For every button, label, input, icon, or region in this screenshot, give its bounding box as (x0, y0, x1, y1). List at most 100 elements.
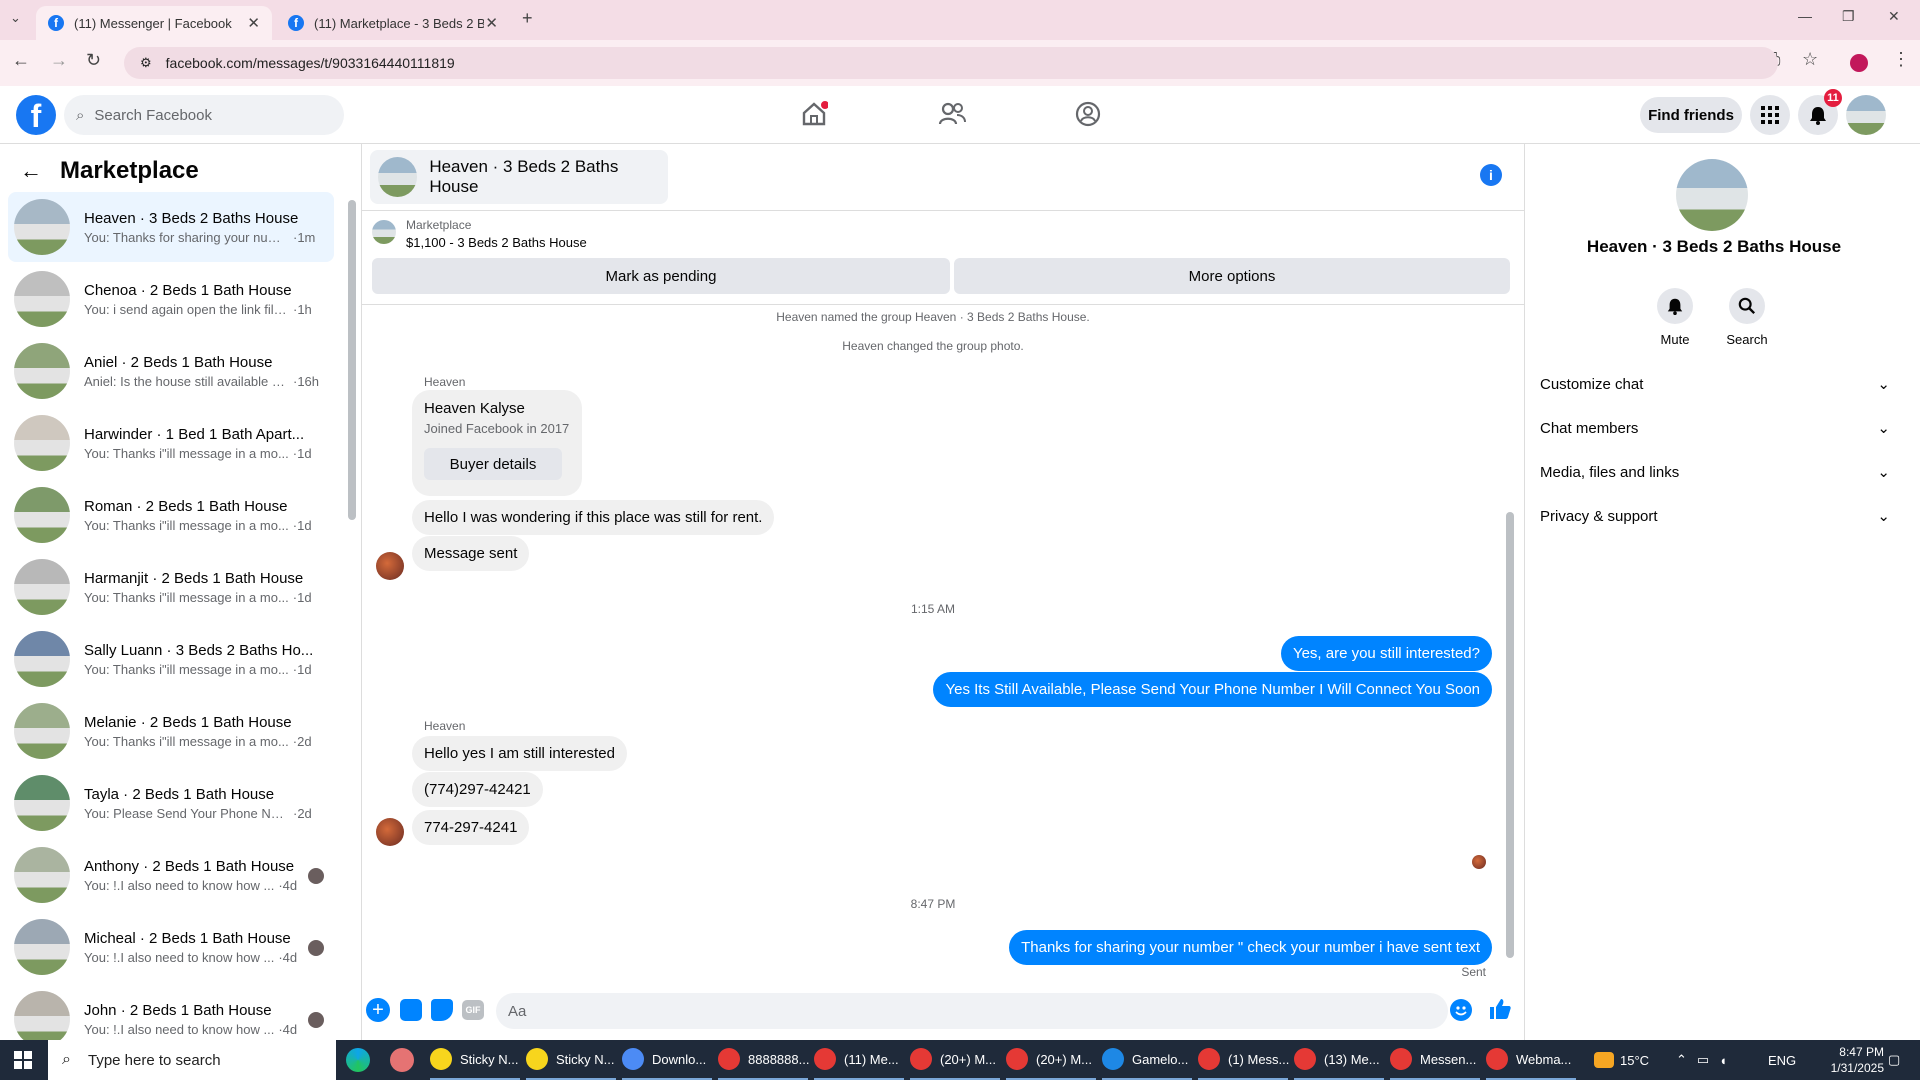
chat-scrollbar[interactable] (1504, 308, 1516, 968)
taskbar-app[interactable]: (20+) M... (1006, 1040, 1096, 1080)
conversation-item[interactable]: Tayla · 2 Beds 1 Bath House You: Please S… (8, 768, 334, 838)
mute-button[interactable]: Mute (1645, 288, 1705, 347)
taskbar-app-label: 8888888... (748, 1051, 810, 1067)
conversation-item[interactable]: Aniel · 2 Beds 1 Bath House Aniel: Is the… (8, 336, 334, 406)
buyer-details-button[interactable]: Buyer details (424, 448, 562, 480)
conversation-item[interactable]: Anthony · 2 Beds 1 Bath House You: !.I al… (8, 840, 334, 910)
mark-as-pending-button[interactable]: Mark as pending (372, 258, 950, 294)
message-bubble-incoming[interactable]: 774-297-4241 (412, 810, 530, 845)
taskbar-app[interactable]: Sticky N... (526, 1040, 616, 1080)
plus-icon[interactable]: + (366, 998, 390, 1022)
chat-members-item[interactable]: Chat members ⌄ (1540, 406, 1890, 450)
restore-icon[interactable]: ❐ (1842, 8, 1855, 25)
page-scrollbar[interactable] (1906, 92, 1918, 1038)
tab-marketplace[interactable]: f (11) Marketplace - 3 Beds 2 Bat ✕ (276, 6, 510, 40)
chevron-up-icon[interactable]: ⌃ (1676, 1052, 1687, 1068)
like-thumb-icon[interactable] (1488, 997, 1512, 1021)
emoji-icon[interactable] (1450, 999, 1472, 1021)
more-options-button[interactable]: More options (954, 258, 1510, 294)
facebook-search-input[interactable]: ⌕ Search Facebook (64, 95, 344, 135)
taskbar-app[interactable]: Sticky N... (430, 1040, 520, 1080)
message-bubble-outgoing[interactable]: Yes, are you still interested? (1280, 636, 1492, 671)
conversation-avatar (14, 703, 70, 759)
app-icon (1390, 1048, 1412, 1070)
sender-avatar[interactable] (376, 818, 404, 846)
taskbar-app[interactable]: (11) Me... (814, 1040, 904, 1080)
language[interactable]: ENG (1768, 1040, 1796, 1080)
sender-name: Heaven (424, 719, 466, 733)
taskbar-app[interactable]: Webma... (1486, 1040, 1576, 1080)
conversation-item[interactable]: Melanie · 2 Beds 1 Bath House You: Thanks… (8, 696, 334, 766)
weather[interactable]: 15°C (1594, 1040, 1649, 1080)
profile-icon[interactable] (1850, 54, 1868, 72)
taskbar-app[interactable]: Gamelo... (1102, 1040, 1192, 1080)
conversation-item[interactable]: Chenoa · 2 Beds 1 Bath House You: i send … (8, 264, 334, 334)
tab-search-chevron-icon[interactable]: ⌄ (10, 10, 21, 26)
outgoing-row: Yes, are you still interested? (1280, 636, 1492, 671)
conversation-item[interactable]: Harwinder · 1 Bed 1 Bath Apart... You: Th… (8, 408, 334, 478)
back-arrow-icon[interactable]: ← (20, 158, 42, 184)
friends-icon[interactable] (938, 100, 966, 128)
facebook-logo-icon[interactable]: f (16, 95, 56, 135)
message-bubble-outgoing[interactable]: Thanks for sharing your number " check y… (1009, 930, 1492, 965)
new-tab-icon[interactable]: + (522, 8, 533, 29)
taskbar-app[interactable]: (13) Me... (1294, 1040, 1384, 1080)
taskbar-app[interactable]: 8888888... (718, 1040, 810, 1080)
message-bubble-incoming[interactable]: Hello I was wondering if this place was … (412, 500, 775, 535)
home-icon[interactable] (800, 100, 829, 128)
customize-chat-item[interactable]: Customize chat ⌄ (1540, 362, 1890, 406)
site-info-icon[interactable]: ⚙ (140, 55, 152, 71)
browser-menu-icon[interactable]: ⋮ (1892, 49, 1910, 70)
details-avatar[interactable] (1676, 159, 1748, 231)
conversation-item[interactable]: Sally Luann · 3 Beds 2 Baths Ho... You: T… (8, 624, 334, 694)
media-files-links-item[interactable]: Media, files and links ⌄ (1540, 450, 1890, 494)
message-bubble-incoming[interactable]: Hello yes I am still interested (412, 736, 627, 771)
chat-header[interactable]: Heaven · 3 Beds 2 Baths House (370, 150, 668, 204)
sidebar-scrollbar[interactable] (346, 196, 358, 1036)
volume-icon[interactable]: ◖ (1719, 1053, 1727, 1068)
find-friends-button[interactable]: Find friends (1640, 97, 1742, 133)
app-icon[interactable] (390, 1048, 414, 1072)
privacy-support-item[interactable]: Privacy & support ⌄ (1540, 494, 1890, 538)
conversation-item[interactable]: Harmanjit · 2 Beds 1 Bath House You: Than… (8, 552, 334, 622)
windows-start-icon[interactable] (14, 1051, 32, 1074)
search-conversation-button[interactable]: Search (1717, 288, 1777, 347)
account-avatar[interactable] (1846, 95, 1886, 135)
groups-icon[interactable] (1074, 100, 1102, 128)
gif-icon[interactable]: GIF (462, 1000, 484, 1020)
close-tab-icon[interactable]: ✕ (485, 14, 498, 32)
conversation-item[interactable]: Micheal · 2 Beds 1 Bath House You: !.I al… (8, 912, 334, 982)
forward-icon[interactable]: → (50, 50, 68, 71)
conversation-item[interactable]: Heaven · 3 Beds 2 Baths House You: Thanks… (8, 192, 334, 262)
taskbar-app[interactable]: (20+) M... (910, 1040, 1000, 1080)
back-icon[interactable]: ← (12, 50, 30, 71)
message-bubble-outgoing[interactable]: Yes Its Still Available, Please Send You… (933, 672, 1492, 707)
taskbar-app[interactable]: Messen... (1390, 1040, 1480, 1080)
address-bar[interactable]: ⚙ facebook.com/messages/t/90331644401118… (124, 47, 1778, 79)
sender-avatar[interactable] (376, 552, 404, 580)
photo-icon[interactable] (400, 999, 422, 1021)
taskbar-app[interactable]: (1) Mess... (1198, 1040, 1289, 1080)
conversation-title: Harmanjit · 2 Beds 1 Bath House (84, 569, 304, 587)
taskbar-app[interactable]: Downlo... (622, 1040, 712, 1080)
message-bubble-incoming[interactable]: (774)297-42421 (412, 772, 543, 807)
message-input[interactable]: Aa (496, 993, 1448, 1029)
listing-info[interactable]: Marketplace $1,100 - 3 Beds 2 Baths Hous… (372, 218, 587, 250)
menu-grid-icon[interactable] (1750, 95, 1790, 135)
close-window-icon[interactable]: ✕ (1888, 8, 1900, 25)
reload-icon[interactable]: ↻ (86, 50, 101, 71)
minimize-icon[interactable]: — (1798, 8, 1812, 24)
clock-time: 8:47 PM (1839, 1045, 1884, 1059)
network-icon[interactable]: ▭ (1697, 1052, 1709, 1068)
bookmark-star-icon[interactable]: ☆ (1802, 49, 1818, 70)
taskbar-search[interactable]: ⌕ Type here to search (48, 1040, 336, 1080)
tab-messenger[interactable]: f (11) Messenger | Facebook ✕ (36, 6, 272, 40)
notification-center-icon[interactable]: ▢ (1888, 1040, 1900, 1080)
info-icon[interactable]: i (1480, 164, 1502, 186)
close-tab-icon[interactable]: ✕ (247, 14, 260, 32)
edge-icon[interactable] (346, 1048, 370, 1072)
clock[interactable]: 8:47 PM 1/31/2025 (1808, 1040, 1884, 1080)
message-bubble-incoming[interactable]: Message sent (412, 536, 530, 571)
conversation-item[interactable]: Roman · 2 Beds 1 Bath House You: Thanks i… (8, 480, 334, 550)
conversation-time: ·1d (292, 589, 312, 605)
